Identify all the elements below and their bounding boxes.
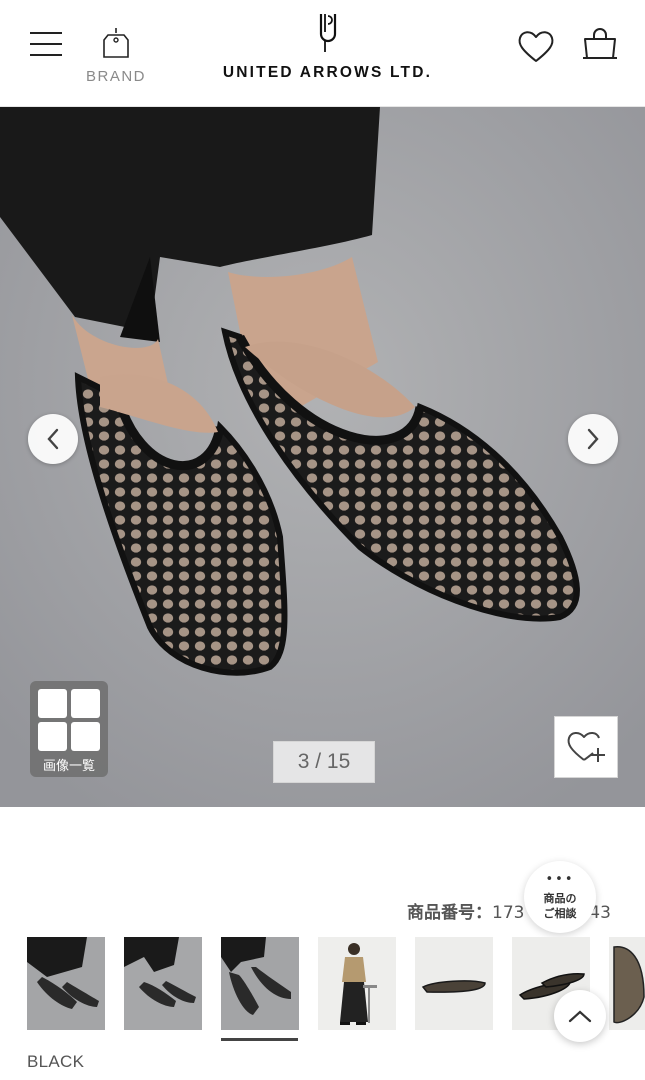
image-list-button[interactable]: 画像一覧 [30, 681, 108, 777]
consult-label-line1: 商品の [543, 892, 577, 905]
thumbnail[interactable] [609, 937, 645, 1030]
thumbnail[interactable] [318, 937, 396, 1030]
color-name: BLACK [27, 1052, 85, 1071]
favorites-button[interactable] [516, 28, 556, 64]
site-logo[interactable]: UNITED ARROWS LTD. [210, 12, 445, 92]
thumbnail-image [318, 937, 396, 1030]
chevron-right-icon [587, 428, 599, 450]
logo-text: UNITED ARROWS LTD. [222, 64, 433, 81]
product-consult-button[interactable]: ••• 商品の ご相談 [524, 861, 596, 933]
chevron-up-icon [568, 1010, 592, 1023]
cart-button[interactable] [580, 26, 620, 64]
thumbnail-image [609, 937, 645, 1030]
consult-label: 商品の ご相談 [524, 891, 596, 921]
thumbnail[interactable] [27, 937, 105, 1030]
active-thumbnail-indicator [221, 1038, 298, 1041]
thumbnail[interactable] [415, 937, 493, 1030]
thumbnail-image [221, 937, 299, 1030]
thumbnail-image [124, 937, 202, 1030]
more-dots-icon: ••• [545, 872, 575, 887]
thumbnail-strip[interactable] [0, 937, 645, 1045]
thumbnail-image [415, 937, 493, 1030]
image-list-label: 画像一覧 [42, 759, 95, 774]
next-image-button[interactable] [568, 414, 618, 464]
heart-plus-icon [567, 732, 605, 762]
product-code-value-start: 173 [492, 903, 525, 923]
shopping-bag-icon [583, 28, 617, 59]
previous-image-button[interactable] [28, 414, 78, 464]
scroll-to-top-button[interactable] [554, 990, 606, 1042]
grid-icon [38, 689, 100, 751]
tag-icon [103, 28, 129, 58]
consult-label-line2: ご相談 [543, 907, 577, 920]
brand-button[interactable]: BRAND [84, 26, 148, 90]
thumbnail[interactable] [124, 937, 202, 1030]
menu-icon[interactable] [30, 30, 62, 58]
heart-icon [518, 31, 554, 62]
thumbnail-image [27, 937, 105, 1030]
add-to-favorites-button[interactable] [554, 716, 618, 778]
chevron-left-icon [47, 428, 59, 450]
product-code-label: 商品番号： [407, 903, 492, 923]
product-image-gallery[interactable]: 画像一覧 3 / 15 [0, 107, 645, 807]
logo-mark-icon [319, 14, 336, 52]
thumbnail-active[interactable] [221, 937, 299, 1030]
site-header: BRAND UNITED ARROWS LTD. [0, 0, 645, 107]
image-counter: 3 / 15 [273, 741, 375, 783]
brand-label: BRAND [85, 68, 146, 85]
